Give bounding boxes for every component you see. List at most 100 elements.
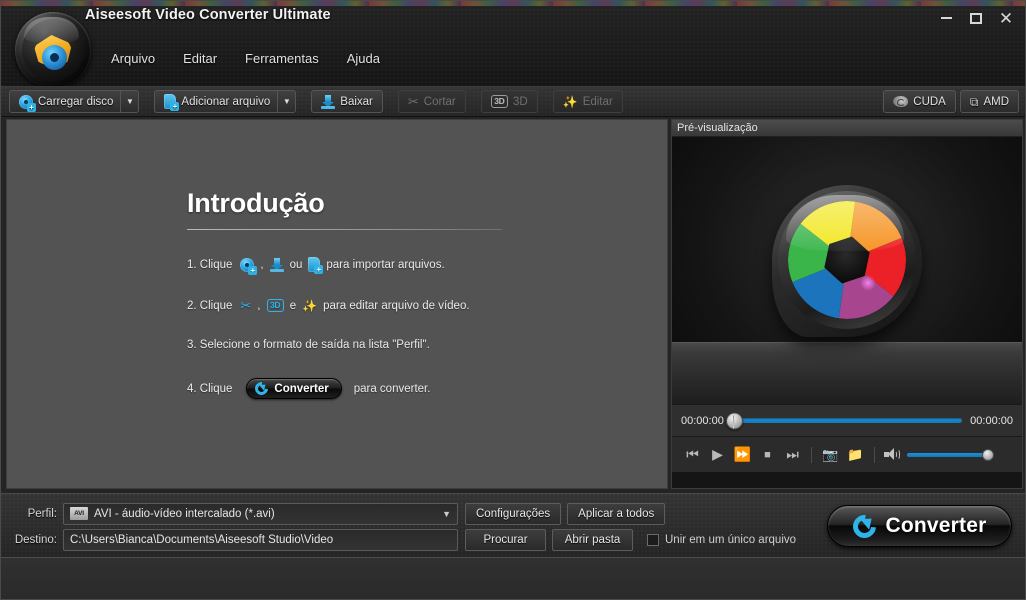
cuda-button[interactable]: CUDA: [883, 90, 956, 113]
step-2-sep1: ,: [257, 299, 261, 312]
step-4-tail: para converter.: [353, 382, 431, 395]
add-file-label: Adicionar arquivo: [181, 95, 271, 108]
convert-button-label: Converter: [885, 514, 987, 537]
menu-item-ferramentas[interactable]: Ferramentas: [231, 47, 333, 70]
profile-select[interactable]: AVI AVI - áudio-vídeo intercalado (*.avi…: [63, 502, 458, 525]
profile-label: Perfil:: [27, 507, 57, 520]
cut-button[interactable]: ✂ Cortar: [397, 90, 466, 113]
step-1-sep2: ou: [289, 258, 303, 271]
menu-item-editar[interactable]: Editar: [169, 47, 231, 70]
controls-divider: [874, 446, 875, 463]
intro-step-1: 1. Clique + , ou + para importar arquivo…: [187, 257, 607, 275]
sparkle-icon: ✨: [302, 298, 318, 313]
cuda-label: CUDA: [913, 95, 946, 108]
chevron-down-icon[interactable]: ▼: [442, 509, 451, 519]
open-folder-button[interactable]: Abrir pasta: [552, 528, 633, 551]
camera-aperture-icon: [772, 175, 922, 345]
threed-label: 3D: [513, 95, 528, 108]
load-disc-dropdown-arrow[interactable]: ▼: [120, 90, 140, 113]
nvidia-cuda-icon: [893, 96, 909, 107]
refresh-icon: [847, 509, 881, 543]
file-list-panel[interactable]: Introdução 1. Clique + , ou + para impor…: [6, 119, 668, 489]
controls-divider: [811, 446, 812, 463]
step-3-text: 3. Selecione o formato de saída na lista…: [187, 339, 430, 351]
scissors-icon: ✂: [240, 298, 252, 313]
step-2-tail: para editar arquivo de vídeo.: [323, 299, 470, 312]
output-settings-bar: Perfil: AVI AVI - áudio-vídeo intercalad…: [1, 493, 1025, 557]
refresh-icon: [252, 379, 272, 398]
introduction-block: Introdução 1. Clique + , ou + para impor…: [187, 188, 607, 399]
settings-button[interactable]: Configurações: [465, 502, 562, 525]
download-group: Baixar: [311, 90, 383, 113]
inline-convert-button[interactable]: Converter: [246, 378, 342, 399]
add-file-dropdown-arrow[interactable]: ▼: [277, 90, 297, 113]
intro-step-3: 3. Selecione o formato de saída na lista…: [187, 339, 607, 351]
seek-slider[interactable]: [725, 412, 963, 429]
file-add-icon: +: [308, 257, 324, 274]
desktop-bleed-strip: [1, 1, 1025, 6]
cut-group: ✂ Cortar: [397, 90, 466, 113]
status-bar: [1, 557, 1025, 599]
volume-slider-handle[interactable]: [982, 448, 994, 461]
amd-button[interactable]: ⧉ AMD: [959, 90, 1019, 113]
menu-bar: Arquivo Editar Ferramentas Ajuda: [97, 47, 394, 70]
step-1-sep1: ,: [260, 258, 264, 271]
step-1-lead: 1. Clique: [187, 258, 233, 271]
destination-input[interactable]: C:\Users\Bianca\Documents\Aiseesoft Stud…: [63, 528, 458, 551]
play-button[interactable]: ▶: [705, 443, 730, 467]
preview-video-stage[interactable]: [672, 137, 1022, 404]
title-bar: Aiseesoft Video Converter Ultimate Arqui…: [1, 1, 1025, 86]
step-2-lead: 2. Clique: [187, 299, 233, 312]
add-file-group: + Adicionar arquivo ▼: [154, 90, 297, 113]
snapshot-button[interactable]: 📷: [818, 443, 843, 467]
scissors-icon: ✂: [407, 94, 419, 109]
avi-format-icon: AVI: [70, 507, 88, 520]
application-window: Aiseesoft Video Converter Ultimate Arqui…: [0, 0, 1026, 600]
accelerator-group: CUDA ⧉ AMD: [883, 90, 1019, 113]
playback-controls: ⏮ ▶ ⏩ ■ ⏭ 📷 📁: [672, 436, 1022, 472]
threed-button[interactable]: 3D 3D: [480, 90, 538, 113]
minimize-icon[interactable]: [933, 7, 959, 29]
menu-item-ajuda[interactable]: Ajuda: [333, 47, 394, 70]
page-title: Introdução: [187, 188, 325, 218]
destination-label: Destino:: [14, 533, 57, 546]
time-current: 00:00:00: [681, 414, 724, 427]
edit-button[interactable]: ✨ Editar: [552, 90, 623, 113]
preview-timeline: 00:00:00 00:00:00: [672, 404, 1022, 436]
checkbox-icon[interactable]: [647, 533, 659, 546]
load-disc-button[interactable]: + Carregar disco: [9, 90, 121, 113]
browse-button[interactable]: Procurar: [465, 528, 546, 551]
seek-slider-handle[interactable]: [725, 412, 743, 429]
menu-item-arquivo[interactable]: Arquivo: [97, 47, 169, 70]
apply-to-all-button[interactable]: Aplicar a todos: [567, 502, 666, 525]
download-button[interactable]: Baixar: [311, 90, 383, 113]
disc-add-icon: +: [240, 257, 258, 275]
convert-button[interactable]: Converter: [827, 505, 1012, 547]
fast-forward-button[interactable]: ⏩: [730, 443, 755, 467]
preview-header: Pré-visualização: [672, 120, 1022, 137]
download-icon: [321, 94, 336, 109]
step-2-sep2: e: [289, 299, 297, 312]
window-title: Aiseesoft Video Converter Ultimate: [85, 7, 331, 23]
previous-button[interactable]: ⏮: [680, 443, 705, 467]
aiseesoft-logo-icon: [15, 12, 91, 86]
volume-slider[interactable]: [907, 448, 994, 461]
destination-value: C:\Users\Bianca\Documents\Aiseesoft Stud…: [70, 533, 334, 546]
intro-step-4: 4. Clique Converter para converter.: [187, 378, 607, 399]
main-toolbar: + Carregar disco ▼ + Adicionar arquivo ▼…: [1, 86, 1025, 117]
add-file-button[interactable]: + Adicionar arquivo: [154, 90, 278, 113]
merge-checkbox[interactable]: Unir em um único arquivo: [647, 533, 796, 546]
window-controls: ✕: [933, 7, 1019, 29]
preview-panel: Pré-visualização 00:00:00 00:00:00 ⏮ ▶ ⏩…: [671, 119, 1023, 489]
stop-button[interactable]: ■: [755, 443, 780, 467]
volume-icon[interactable]: [881, 443, 901, 467]
load-disc-group: + Carregar disco ▼: [9, 90, 140, 113]
open-snapshot-folder-button[interactable]: 📁: [843, 443, 868, 467]
close-icon[interactable]: ✕: [993, 7, 1019, 29]
lens-flare-icon: [860, 275, 876, 291]
time-total: 00:00:00: [970, 414, 1013, 427]
maximize-icon[interactable]: [963, 7, 989, 29]
file-add-icon: +: [164, 94, 180, 111]
preview-reflective-surface: [672, 342, 1022, 404]
next-button[interactable]: ⏭: [780, 443, 805, 467]
